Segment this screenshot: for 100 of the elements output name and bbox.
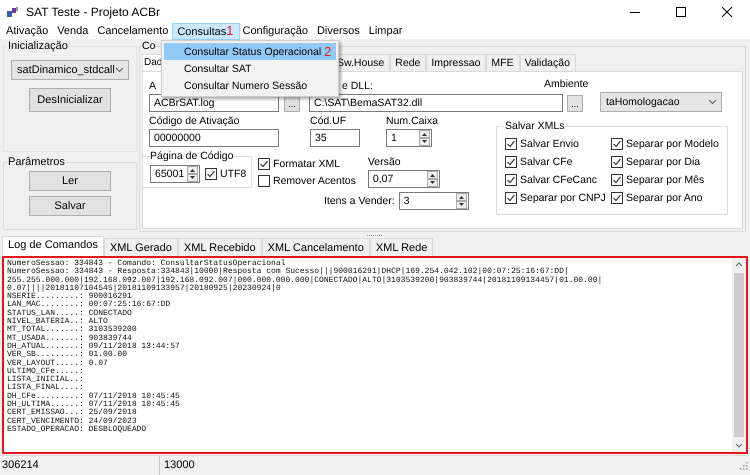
menu-item[interactable]: Diversos [312,24,365,39]
tab[interactable]: Rede [390,54,426,71]
checkbox-label: Separar por Dia [626,156,700,168]
menu-item[interactable]: Consultar Numero Sessão [164,77,336,94]
menu-item[interactable]: Limpar [364,24,408,39]
annotation-number: 2 [324,46,332,57]
menu-item[interactable]: Cancelamento [93,24,174,39]
checkbox[interactable] [505,138,517,150]
spin-arrows-icon[interactable] [187,166,198,182]
checkbox[interactable] [505,192,517,204]
field-label: Código de Ativação [149,115,240,127]
combo-box[interactable]: satDinamico_stdcall [11,60,129,80]
checkbox-label: Separar por Mês [626,174,704,186]
checkbox-label: Salvar CFeCanc [520,174,598,186]
scrollbar[interactable] [732,258,746,452]
group-label: Co [142,40,156,52]
action-button[interactable]: Ler [29,171,111,191]
checkbox[interactable] [611,156,623,168]
checkbox[interactable] [258,158,270,170]
log-line: LISTA_FINAL....: [7,384,85,392]
field-label: A [149,80,156,92]
annotation-number: 1 [226,23,234,38]
log-line: NumeroSessao: 334843 - Resposta:334843|10000|Resposta com Sucesso|||900016291|DHCP|169.254.042.102|00:07:25:16:67:DD| [7,268,569,276]
checkbox-label: Separar por Ano [626,192,702,204]
log-line: LISTA_INICIAL..: [7,376,85,384]
log-line: NSERIE.........: 900016291 [7,293,132,302]
text-field[interactable]: 35 [310,129,360,147]
spin-field[interactable]: 0,07 [368,170,440,188]
log-line: CERT_VENCIMENTO: 24/09/2023 [7,418,137,426]
checkbox[interactable] [611,174,623,186]
log-line: NIVEL_BATERIA..: ALTO [7,318,108,326]
tab[interactable]: XML Recebido [178,238,262,256]
checkbox-label: Formatar XML [273,158,340,170]
action-button[interactable]: Salvar [29,196,111,216]
group-label: Salvar XMLs [505,120,565,132]
log-line: MT_TOTAL.......: 3103539200 [7,326,138,334]
tab[interactable]: XML Cancelamento [262,238,370,256]
log-line: ESTADO_OPERACAO: DESBLOQUEADO [7,426,148,434]
checkbox-label: Salvar CFe [520,156,573,168]
group-label: Página de Código [150,150,234,162]
tab[interactable]: Log de Comandos [2,236,104,256]
checkbox-label: UTF8 [220,168,246,180]
field-label: e DLL: [342,80,373,92]
tab[interactable]: MFE [486,54,520,71]
checkbox-label: Separar por CNPJ [520,192,606,204]
log-line: DH_ULTIMA......: 07/11/2018 10:45:45 [7,401,181,410]
log-line: VER_SB.........: 01.00.00 [7,351,128,360]
log-line: ULTIMO_CFe.....: [7,368,85,376]
group-label: Inicialização [7,40,69,52]
tab[interactable]: Impressao [426,54,486,71]
field-label: Ambiente [544,78,588,90]
field-label: Num.Caixa [386,115,438,127]
log-line: DH_ATUAL.......: 09/11/2018 13:44:57 [7,342,181,351]
combo-box[interactable]: taHomologacao [600,92,722,112]
text-field[interactable]: C:\SAT\BemaSAT32.dll [309,94,563,112]
log-line: 0.07||||20181107104545|20181109133957|20180925|20230924|0 [7,284,281,293]
menu-item[interactable]: Consultas1 [173,24,238,39]
checkbox[interactable] [205,168,217,180]
log-line: STATUS_LAN.....: CONECTADO [7,310,133,318]
text-field[interactable]: 00000000 [149,129,279,147]
menu-item[interactable]: Ativação [2,24,54,39]
spin-arrows-icon[interactable] [419,130,430,146]
spin-field[interactable]: 65001 [150,164,200,182]
log-line: VER_LAYOUT.....: 0.07 [7,360,109,368]
checkbox-label: Salvar Envio [520,138,579,150]
field-label: Itens a Vender: [324,195,395,207]
spin-field[interactable]: 1 [386,129,432,147]
menu-item[interactable]: Consultar Status Operacional 2 [164,43,336,60]
log-line: NumeroSessao: 334843 - Comando: ConsultarStatusOperacional [7,260,286,268]
checkbox-label: Separar por Modelo [626,138,719,150]
menu-item[interactable]: Venda [53,24,94,39]
checkbox[interactable] [611,138,623,150]
maximize-icon [676,7,686,17]
deinitialize-button[interactable]: DesInicializar [29,88,111,112]
close-icon [722,7,732,17]
tab[interactable]: Validação [520,54,576,71]
checkbox[interactable] [258,175,270,187]
checkbox[interactable] [505,156,517,168]
status-text: 306214 [2,459,39,471]
window-title: SAT Teste - Projeto ACBr [26,5,162,19]
field-label: Cód.UF [310,115,346,127]
app-icon [6,6,20,18]
field-label: Versão [368,156,401,168]
log-line: DH_CFe.........: 07/11/2018 10:45:45 [7,392,181,401]
status-text: 13000 [163,459,196,471]
resize-grip-icon[interactable] [738,460,748,470]
spin-arrows-icon[interactable] [456,193,467,209]
log-line: CERT_EMISSAO...: 25/09/2018 [7,409,138,418]
browse-button[interactable]: ... [567,95,583,112]
log-line: 255.255.000.000|192.168.092.007|192.168.092.007|000.000.000.000|CONECTADO|ALTO|3103539200|903839744|20181109134457|01.00.00| [7,276,604,285]
tab[interactable]: XML Rede [370,238,434,256]
menu-item[interactable]: Configuração [238,24,313,39]
checkbox[interactable] [505,174,517,186]
checkbox[interactable] [611,192,623,204]
log-line: LAN_MAC........: 00:07:25:16:67:DD [7,301,172,310]
group-label: Parâmetros [7,156,66,168]
tab[interactable]: XML Gerado [104,238,178,256]
spin-arrows-icon[interactable] [426,171,438,187]
spin-field[interactable]: 3 [398,192,469,210]
log-line: MT_USADA.......: 903839744 [7,334,132,343]
